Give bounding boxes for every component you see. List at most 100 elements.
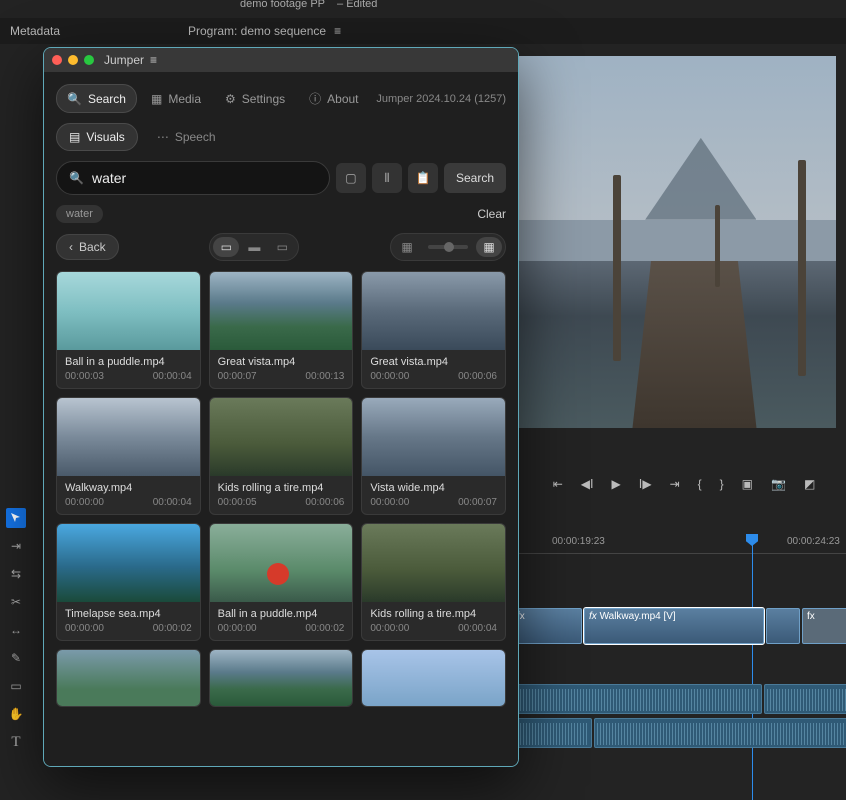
rectangle-tool-icon[interactable]: ▭ <box>6 676 26 696</box>
result-card[interactable]: Great vista.mp4 00:00:00 00:00:06 <box>361 271 506 389</box>
clipboard-icon[interactable]: 📋 <box>408 163 438 193</box>
clip-filename: Great vista.mp4 <box>218 356 345 368</box>
thumbnail <box>362 524 505 602</box>
mark-out-icon[interactable]: } <box>720 477 724 491</box>
size-1-icon[interactable]: ▭ <box>213 237 239 257</box>
in-time: 00:00:00 <box>65 623 104 634</box>
go-to-in-icon[interactable]: ⇤ <box>553 477 563 491</box>
track-select-tool-icon[interactable]: ⇥ <box>6 536 26 556</box>
jumper-titlebar[interactable]: Jumper ≡ <box>44 48 518 72</box>
pen-tool-icon[interactable]: ✎ <box>6 648 26 668</box>
video-clip[interactable] <box>766 608 800 644</box>
timecode-1: 00:00:19:23 <box>552 536 605 547</box>
video-clip[interactable]: fx <box>512 608 582 644</box>
columns-icon[interactable]: ⦀ <box>372 163 402 193</box>
media-icon: ▦ <box>151 92 162 106</box>
in-time: 00:00:03 <box>65 371 104 382</box>
result-card[interactable]: Ball in a puddle.mp400:00:0000:00:02 <box>209 523 354 641</box>
clip-filename: Kids rolling a tire.mp4 <box>370 608 497 620</box>
program-monitor[interactable] <box>518 56 836 428</box>
tool-strip: ⇥ ⇆ ✂ ↔ ✎ ▭ ✋ T <box>0 438 32 800</box>
result-card[interactable]: Ball in a puddle.mp400:00:0300:00:04 <box>56 271 201 389</box>
result-card[interactable] <box>361 649 506 707</box>
out-time: 00:00:02 <box>305 623 344 634</box>
in-time: 00:00:05 <box>218 497 257 508</box>
search-button[interactable]: Search <box>444 163 506 193</box>
out-time: 00:00:06 <box>458 371 497 382</box>
speech-pill[interactable]: ⋯Speech <box>144 123 229 151</box>
step-back-icon[interactable]: ◀Ⅰ <box>581 477 594 491</box>
play-icon[interactable]: ▶ <box>612 477 621 491</box>
thumb-size-slider[interactable] <box>428 245 468 249</box>
jumper-title: Jumper <box>104 53 144 67</box>
result-card[interactable]: Kids rolling a tire.mp400:00:0000:00:04 <box>361 523 506 641</box>
thumbnail <box>57 650 200 706</box>
video-clip[interactable]: fx <box>802 608 846 644</box>
program-label[interactable]: Program: demo sequence <box>188 24 326 38</box>
export-frame-icon[interactable]: ▣ <box>742 477 753 491</box>
result-card[interactable]: Vista wide.mp400:00:0000:00:07 <box>361 397 506 515</box>
layout-group: ▦ ▦ <box>390 233 506 261</box>
search-input[interactable] <box>92 170 317 186</box>
tab-search[interactable]: 🔍Search <box>56 84 137 113</box>
result-card[interactable]: Timelapse sea.mp4 00:00:00 00:00:02 <box>56 523 201 641</box>
in-time: 00:00:00 <box>65 497 104 508</box>
close-icon[interactable] <box>52 55 62 65</box>
gear-icon: ⚙ <box>225 92 236 106</box>
video-clip-selected[interactable]: fx Walkway.mp4 [V] <box>584 608 764 644</box>
tab-about[interactable]: ⓘAbout <box>299 84 368 113</box>
visuals-pill[interactable]: ▤Visuals <box>56 123 138 151</box>
results-grid: Ball in a puddle.mp400:00:0300:00:04Grea… <box>56 271 506 754</box>
metadata-label[interactable]: Metadata <box>10 24 60 38</box>
result-card[interactable]: Kids rolling a tire.mp400:00:0500:00:06 <box>209 397 354 515</box>
back-button[interactable]: ‹Back <box>56 234 119 260</box>
selection-tool-icon[interactable] <box>6 508 26 528</box>
clip-filename: Kids rolling a tire.mp4 <box>218 482 345 494</box>
search-tag[interactable]: water <box>56 205 103 223</box>
out-time: 00:00:02 <box>153 623 192 634</box>
clear-button[interactable]: Clear <box>477 207 506 221</box>
tab-settings[interactable]: ⚙Settings <box>215 84 295 113</box>
timecode-2: 00:00:24:23 <box>787 536 840 547</box>
type-tool-icon[interactable]: T <box>6 732 26 752</box>
result-card[interactable]: Great vista.mp400:00:0700:00:13 <box>209 271 354 389</box>
info-icon: ⓘ <box>309 90 321 107</box>
out-time: 00:00:04 <box>458 623 497 634</box>
clip-filename: Great vista.mp4 <box>370 356 497 368</box>
clip-filename: Vista wide.mp4 <box>370 482 497 494</box>
version-label: Jumper 2024.10.24 (1257) <box>376 93 506 105</box>
jumper-window: Jumper ≡ 🔍Search ▦Media ⚙Settings ⓘAbout… <box>43 47 519 767</box>
grid-icon[interactable]: ▦ <box>476 237 502 257</box>
step-fwd-icon[interactable]: Ⅰ▶ <box>639 477 652 491</box>
list-icon[interactable]: ▦ <box>394 237 420 257</box>
slip-tool-icon[interactable]: ↔ <box>6 620 26 640</box>
monitor-icon[interactable]: ▢ <box>336 163 366 193</box>
chevron-left-icon: ‹ <box>69 240 73 254</box>
minimize-icon[interactable] <box>68 55 78 65</box>
thumbnail <box>210 272 353 350</box>
menu-icon[interactable]: ≡ <box>334 24 341 38</box>
search-box: 🔍 <box>56 161 330 195</box>
ripple-tool-icon[interactable]: ⇆ <box>6 564 26 584</box>
in-time: 00:00:00 <box>218 623 257 634</box>
clip-filename: Timelapse sea.mp4 <box>65 608 192 620</box>
result-card[interactable] <box>56 649 201 707</box>
razor-tool-icon[interactable]: ✂ <box>6 592 26 612</box>
thumbnail <box>57 272 200 350</box>
result-card[interactable]: Walkway.mp400:00:0000:00:04 <box>56 397 201 515</box>
preview-size-group: ▭ ▬ ▭ <box>209 233 299 261</box>
tab-media[interactable]: ▦Media <box>141 84 211 113</box>
size-3-icon[interactable]: ▭ <box>269 237 295 257</box>
result-card[interactable] <box>209 649 354 707</box>
camera-icon[interactable]: 📷 <box>771 477 786 491</box>
in-time: 00:00:00 <box>370 371 409 382</box>
size-2-icon[interactable]: ▬ <box>241 237 267 257</box>
menu-icon[interactable]: ≡ <box>150 53 157 67</box>
audio-clip[interactable] <box>594 718 846 748</box>
zoom-icon[interactable] <box>84 55 94 65</box>
hand-tool-icon[interactable]: ✋ <box>6 704 26 724</box>
mark-in-icon[interactable]: { <box>698 477 702 491</box>
go-to-out-icon[interactable]: ⇥ <box>670 477 680 491</box>
audio-clip[interactable] <box>764 684 846 714</box>
comparison-icon[interactable]: ◩ <box>804 477 815 491</box>
